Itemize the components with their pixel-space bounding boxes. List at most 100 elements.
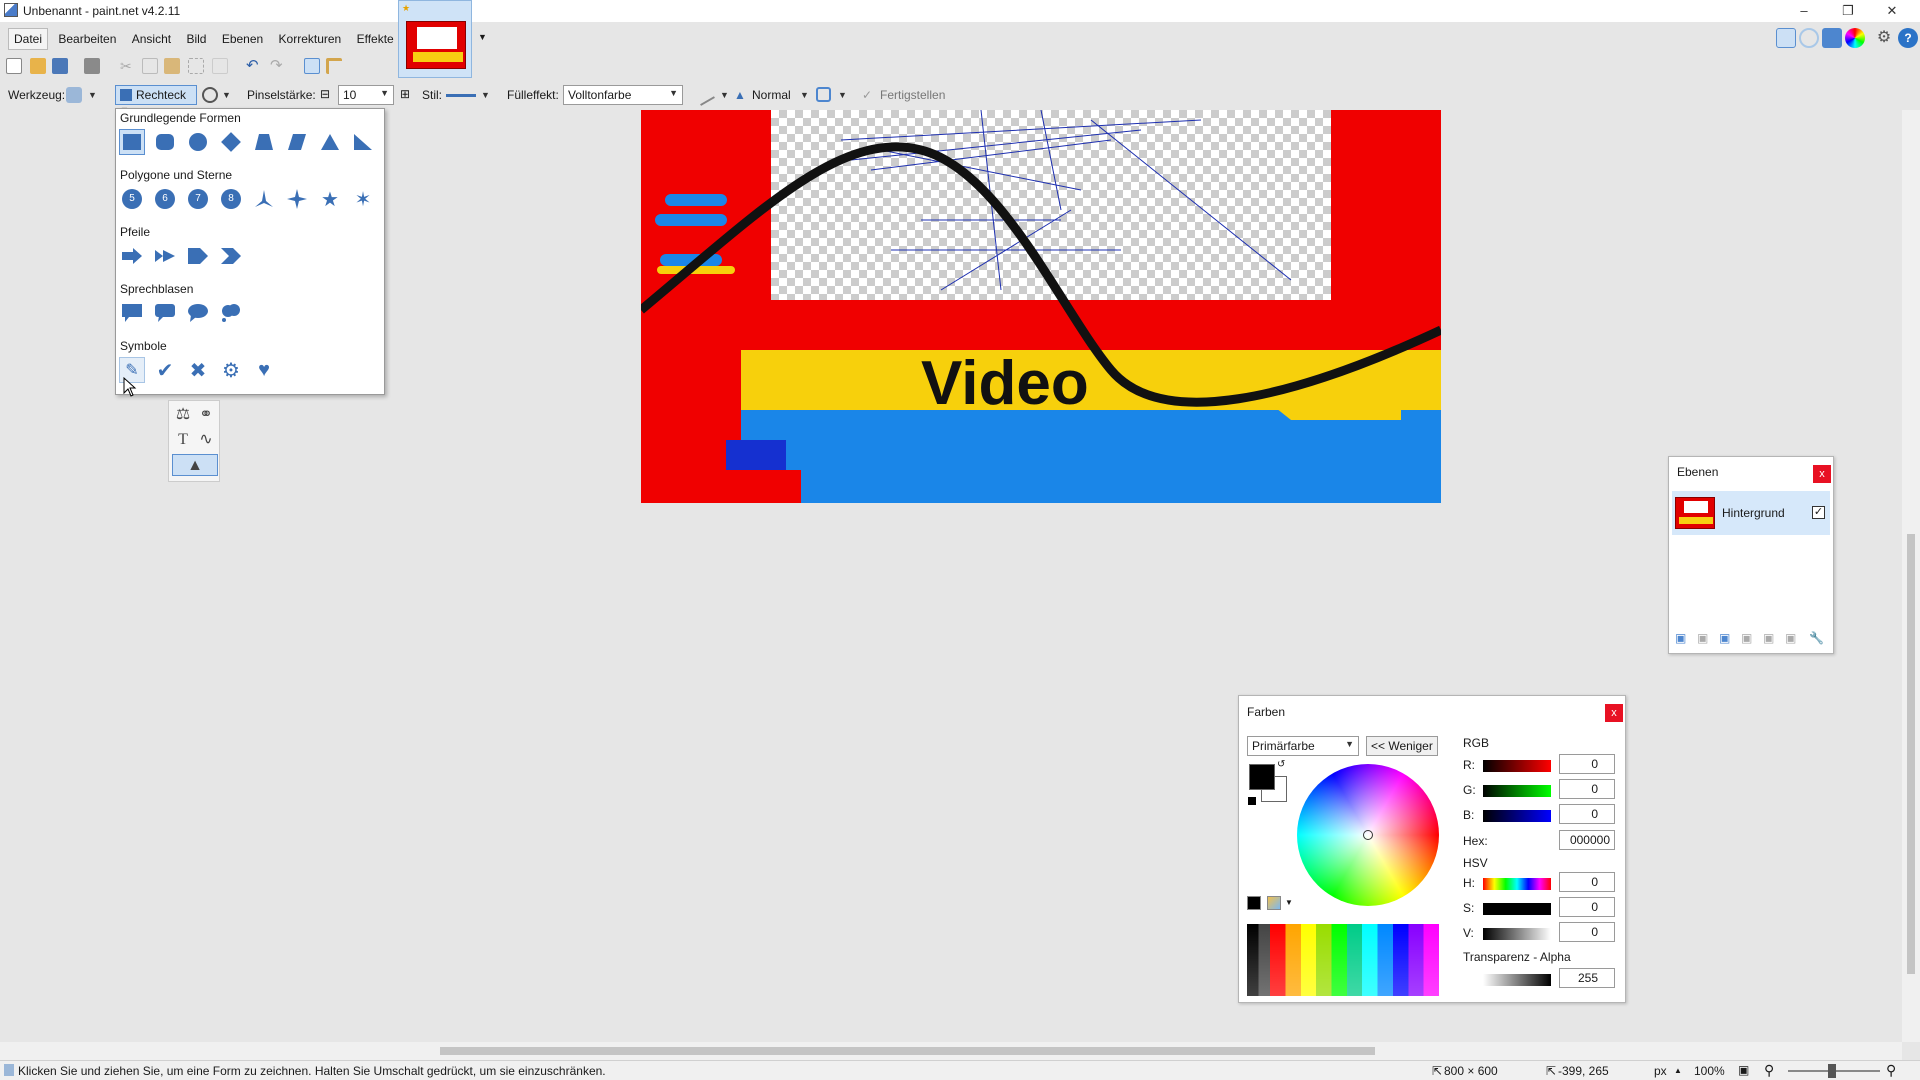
blue-slider[interactable] bbox=[1483, 810, 1551, 822]
x-mark-icon[interactable]: ✖ bbox=[185, 357, 211, 383]
color-mode-select[interactable]: Primärfarbe ▼ bbox=[1247, 736, 1359, 756]
clone-stamp-icon[interactable]: ⚖ bbox=[172, 404, 194, 426]
speech-bubble-rect-icon[interactable] bbox=[119, 300, 145, 326]
hue-slider[interactable] bbox=[1483, 878, 1551, 890]
ellipse-icon[interactable] bbox=[185, 129, 211, 155]
red-slider[interactable] bbox=[1483, 760, 1551, 772]
reset-colors-icon[interactable] bbox=[1247, 796, 1257, 806]
colors-window-icon[interactable] bbox=[1845, 28, 1865, 48]
units-value[interactable]: px bbox=[1654, 1064, 1667, 1078]
merge-layer-icon[interactable]: ▣ bbox=[1741, 631, 1752, 645]
antialias-chevron-icon[interactable]: ▼ bbox=[720, 90, 729, 100]
selection-mode-icon[interactable] bbox=[816, 87, 831, 102]
horizontal-scrollbar[interactable] bbox=[0, 1042, 1902, 1060]
horizontal-scroll-thumb[interactable] bbox=[440, 1047, 1375, 1055]
antialiasing-icon[interactable] bbox=[693, 84, 715, 106]
three-point-star-icon[interactable] bbox=[251, 186, 277, 212]
zoom-value[interactable]: 100% bbox=[1694, 1064, 1725, 1078]
layer-row-hintergrund[interactable]: Hintergrund ✓ bbox=[1672, 491, 1830, 535]
right-triangle-icon[interactable] bbox=[350, 129, 376, 155]
rectangle-shape-icon[interactable] bbox=[119, 129, 145, 155]
delete-layer-icon[interactable]: ▣ bbox=[1697, 631, 1708, 645]
units-chevron-icon[interactable]: ▲ bbox=[1674, 1066, 1682, 1075]
layers-close-button[interactable]: x bbox=[1813, 465, 1831, 483]
open-folder-icon[interactable] bbox=[30, 58, 46, 74]
trapezoid-icon[interactable] bbox=[251, 129, 277, 155]
finish-button[interactable]: Fertigstellen bbox=[880, 88, 945, 102]
paste-icon[interactable] bbox=[164, 58, 180, 74]
draw-mode-chevron-icon[interactable]: ▼ bbox=[222, 90, 231, 100]
blue-input[interactable]: 0 bbox=[1559, 804, 1615, 824]
draw-mode-icon[interactable] bbox=[202, 87, 218, 103]
shapes-tool-icon[interactable]: ▲ bbox=[172, 454, 218, 476]
value-slider[interactable] bbox=[1483, 928, 1551, 940]
diamond-icon[interactable] bbox=[218, 129, 244, 155]
move-layer-down-icon[interactable]: ▣ bbox=[1785, 631, 1796, 645]
value-input[interactable]: 0 bbox=[1559, 922, 1615, 942]
alpha-input[interactable]: 255 bbox=[1559, 968, 1615, 988]
check-mark-icon[interactable]: ✔ bbox=[152, 357, 178, 383]
hexagon-icon[interactable]: 6 bbox=[152, 186, 178, 212]
pentagon-arrow-icon[interactable] bbox=[185, 243, 211, 269]
palette-chevron-icon[interactable]: ▼ bbox=[1285, 898, 1293, 907]
swap-colors-icon[interactable]: ↺ bbox=[1277, 759, 1285, 770]
pentagon-icon[interactable]: 5 bbox=[119, 186, 145, 212]
print-icon[interactable] bbox=[84, 58, 100, 74]
decrease-brush-icon[interactable]: ⊟ bbox=[320, 87, 330, 101]
image-canvas[interactable]: Video bbox=[641, 110, 1441, 503]
zoom-slider-thumb[interactable] bbox=[1828, 1064, 1836, 1078]
blend-chevron-icon[interactable]: ▼ bbox=[800, 90, 809, 100]
copy-icon[interactable] bbox=[142, 58, 158, 74]
less-button[interactable]: << Weniger bbox=[1366, 736, 1438, 756]
vertical-scrollbar[interactable] bbox=[1902, 110, 1920, 1042]
hex-input[interactable]: 000000 bbox=[1559, 830, 1615, 850]
saturation-slider[interactable] bbox=[1483, 903, 1551, 915]
zoom-out-icon[interactable]: ⚲ bbox=[1764, 1062, 1774, 1079]
five-point-star-icon[interactable]: ★ bbox=[317, 186, 343, 212]
green-input[interactable]: 0 bbox=[1559, 779, 1615, 799]
four-point-star-icon[interactable] bbox=[284, 186, 310, 212]
parallelogram-icon[interactable] bbox=[284, 129, 310, 155]
hue-input[interactable]: 0 bbox=[1559, 872, 1615, 892]
color-wheel[interactable] bbox=[1297, 764, 1439, 906]
heptagon-icon[interactable]: 7 bbox=[185, 186, 211, 212]
six-point-star-icon[interactable]: ✶ bbox=[350, 186, 376, 212]
selection-chevron-icon[interactable]: ▼ bbox=[838, 90, 847, 100]
redo-icon[interactable]: ↷ bbox=[270, 58, 286, 74]
increase-brush-icon[interactable]: ⊞ bbox=[400, 87, 410, 101]
text-tool-icon[interactable]: T bbox=[172, 429, 194, 451]
shape-type-select[interactable]: Rechteck ▼ bbox=[115, 85, 197, 115]
double-arrow-icon[interactable] bbox=[152, 243, 178, 269]
help-icon[interactable]: ? bbox=[1898, 28, 1918, 48]
style-chevron-icon[interactable]: ▼ bbox=[481, 90, 490, 100]
duplicate-layer-icon[interactable]: ▣ bbox=[1719, 631, 1730, 645]
saturation-input[interactable]: 0 bbox=[1559, 897, 1615, 917]
triangle-icon[interactable] bbox=[317, 129, 343, 155]
palette-menu-icon[interactable] bbox=[1267, 896, 1281, 910]
line-style-icon[interactable] bbox=[446, 94, 476, 97]
color-palette-grid[interactable] bbox=[1247, 924, 1439, 996]
grid-icon[interactable] bbox=[304, 58, 320, 74]
green-slider[interactable] bbox=[1483, 785, 1551, 797]
brush-width-input[interactable]: 10 ▼ bbox=[338, 85, 394, 105]
add-layer-icon[interactable]: ▣ bbox=[1675, 631, 1686, 645]
zoom-in-icon[interactable]: ⚲ bbox=[1886, 1062, 1896, 1079]
vertical-scroll-thumb[interactable] bbox=[1907, 534, 1915, 974]
layer-properties-icon[interactable]: 🔧 bbox=[1809, 631, 1824, 645]
alpha-slider[interactable] bbox=[1483, 974, 1551, 986]
cut-icon[interactable]: ✂ bbox=[120, 58, 136, 74]
save-icon[interactable] bbox=[52, 58, 68, 74]
layers-window-icon[interactable] bbox=[1822, 28, 1842, 48]
tool-chevron-icon[interactable]: ▼ bbox=[88, 90, 97, 100]
add-to-palette-icon[interactable] bbox=[1247, 896, 1261, 910]
rounded-rectangle-icon[interactable] bbox=[152, 129, 178, 155]
layer-visibility-checkbox[interactable]: ✓ bbox=[1812, 506, 1825, 519]
blend-mode-value[interactable]: Normal bbox=[752, 88, 791, 102]
undo-icon[interactable]: ↶ bbox=[246, 58, 262, 74]
settings-gear-icon[interactable]: ⚙ bbox=[1874, 28, 1894, 48]
speech-bubble-rounded-icon[interactable] bbox=[152, 300, 178, 326]
move-layer-up-icon[interactable]: ▣ bbox=[1763, 631, 1774, 645]
octagon-icon[interactable]: 8 bbox=[218, 186, 244, 212]
deselect-icon[interactable] bbox=[212, 58, 228, 74]
heart-icon[interactable]: ♥ bbox=[251, 357, 277, 383]
